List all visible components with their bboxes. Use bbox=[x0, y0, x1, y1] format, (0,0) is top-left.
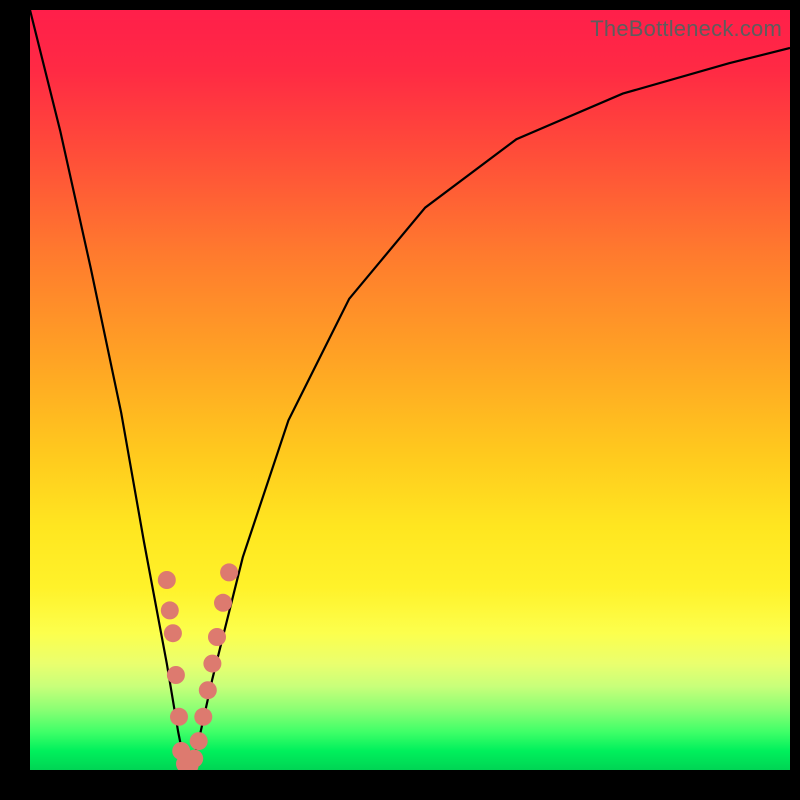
curve-marker bbox=[220, 563, 238, 581]
curve-marker bbox=[185, 750, 203, 768]
chart-frame: TheBottleneck.com bbox=[0, 0, 800, 800]
curve-marker bbox=[203, 655, 221, 673]
curve-marker bbox=[161, 601, 179, 619]
curve-marker bbox=[190, 732, 208, 750]
curve-marker bbox=[158, 571, 176, 589]
curve-markers bbox=[158, 563, 238, 770]
curve-svg bbox=[30, 10, 790, 770]
curve-marker bbox=[170, 708, 188, 726]
curve-marker bbox=[194, 708, 212, 726]
curve-marker bbox=[164, 624, 182, 642]
bottleneck-curve bbox=[30, 10, 790, 766]
curve-marker bbox=[167, 666, 185, 684]
gradient-plot-area: TheBottleneck.com bbox=[30, 10, 790, 770]
curve-marker bbox=[214, 594, 232, 612]
curve-marker bbox=[208, 628, 226, 646]
curve-marker bbox=[199, 681, 217, 699]
